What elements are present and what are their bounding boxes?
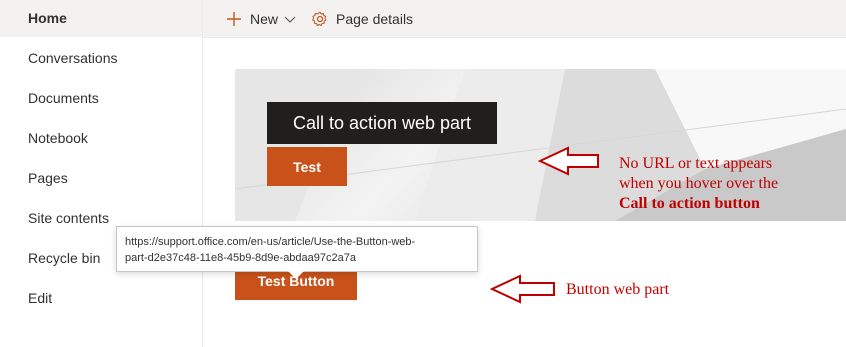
nav-item-notebook[interactable]: Notebook	[28, 130, 88, 146]
chevron-down-icon	[284, 13, 296, 25]
tooltip-url-line1: https://support.office.com/en-us/article…	[125, 236, 416, 248]
cta-test-button[interactable]: Test	[267, 147, 347, 186]
gear-icon	[312, 11, 328, 27]
command-bar: New Page details	[203, 0, 846, 38]
page-details-button[interactable]: Page details	[312, 0, 413, 37]
url-tooltip: https://support.office.com/en-us/article…	[116, 226, 478, 272]
annotation-arrow-left-icon	[538, 146, 599, 176]
button-annotation: Button web part	[566, 281, 670, 298]
nav-item-edit[interactable]: Edit	[28, 290, 52, 306]
cta-annotation-line2: when you hover over the	[619, 175, 779, 192]
tooltip-url-line2: part-d2e37c48-11e8-45b9-8d9e-abdaa97c2a7…	[125, 252, 356, 264]
nav-item-documents[interactable]: Documents	[28, 90, 99, 106]
page-details-label: Page details	[336, 10, 414, 27]
nav-item-conversations[interactable]: Conversations	[28, 50, 118, 66]
nav-item-home[interactable]: Home	[28, 10, 67, 26]
cta-annotation: No URL or text appears when you hover ov…	[619, 154, 778, 214]
cta-annotation-bold: Call to action button	[619, 195, 760, 212]
left-navigation: Home Conversations Documents Notebook Pa…	[0, 0, 203, 347]
cta-annotation-line3: Call to action button	[619, 194, 778, 214]
cta-annotation-line1: No URL or text appears	[619, 155, 773, 172]
cta-title: Call to action web part	[267, 102, 497, 144]
nav-item-pages[interactable]: Pages	[28, 170, 68, 186]
tooltip-tail	[288, 271, 304, 279]
new-button[interactable]: New	[226, 0, 296, 37]
nav-item-site-contents[interactable]: Site contents	[28, 210, 109, 226]
plus-icon	[226, 11, 242, 27]
new-label: New	[250, 10, 279, 27]
nav-item-recycle-bin[interactable]: Recycle bin	[28, 250, 100, 266]
annotation-arrow-left-icon	[490, 274, 555, 304]
